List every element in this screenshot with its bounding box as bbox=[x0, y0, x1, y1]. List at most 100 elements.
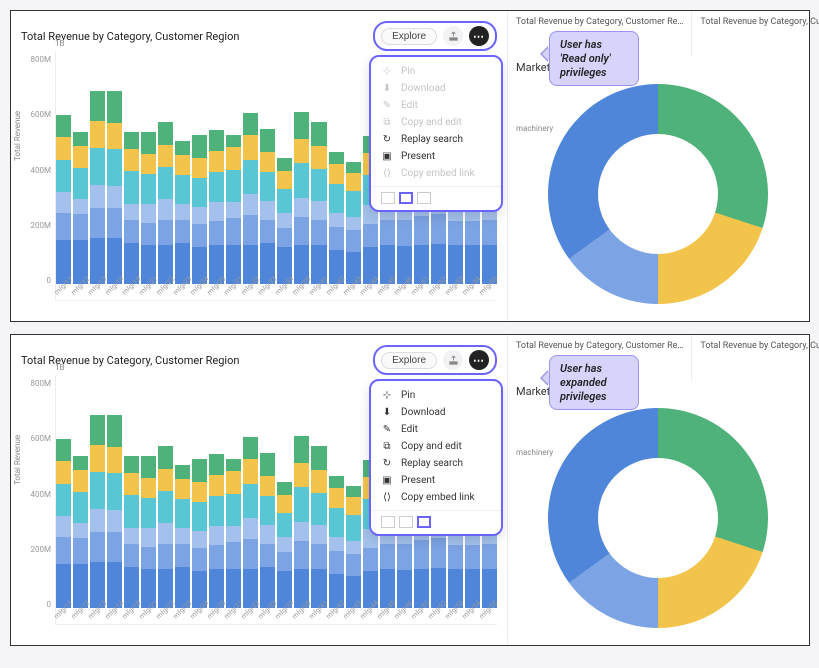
bar: mfgr13 bbox=[90, 91, 105, 284]
bar: mfgr42 bbox=[329, 152, 344, 284]
bar: mfgr35 bbox=[294, 436, 309, 608]
y-axis: 800M600M400M200M0 bbox=[21, 51, 55, 301]
menu-item-label: Replay search bbox=[401, 458, 463, 469]
menu-item-label: Edit bbox=[401, 424, 418, 435]
bar: mfgr34 bbox=[277, 158, 292, 284]
bar: mfgr22 bbox=[158, 446, 173, 608]
chart-title: Total Revenue by Category, Customer Regi… bbox=[21, 354, 239, 367]
menu-item-4[interactable]: ↻ Replay search bbox=[371, 455, 501, 472]
bar: mfgr23 bbox=[175, 465, 190, 608]
menu-item-label: Copy embed link bbox=[401, 168, 475, 179]
bar: mfgr42 bbox=[329, 476, 344, 608]
menu-item-icon: ▣ bbox=[381, 151, 393, 162]
tile-title-2[interactable]: Total Revenue by Category, Customer Re… … bbox=[692, 335, 819, 381]
bar: mfgr11 bbox=[56, 439, 71, 608]
tile-title-2[interactable]: Total Revenue by Category, Customer Re… … bbox=[692, 11, 819, 57]
menu-item-6: ⟨⟩ Copy embed link bbox=[371, 165, 501, 182]
menu-item-1: ⬇ Download bbox=[371, 80, 501, 97]
bar: mfgr24 bbox=[192, 459, 207, 608]
menu-item-2: ✎ Edit bbox=[371, 97, 501, 114]
bar: mfgr11 bbox=[56, 115, 71, 284]
bar: mfgr41 bbox=[311, 446, 326, 608]
menu-item-0[interactable]: ⊹ Pin bbox=[371, 387, 501, 404]
menu-item-4[interactable]: ↻ Replay search bbox=[371, 131, 501, 148]
bar: mfgr12 bbox=[73, 456, 88, 608]
menu-item-5[interactable]: ▣ Present bbox=[371, 148, 501, 165]
menu-item-3[interactable]: ⧉ Copy and edit bbox=[371, 438, 501, 455]
bar: mfgr41 bbox=[311, 122, 326, 284]
y-top-label: 1B bbox=[55, 363, 64, 372]
y-top-label: 1B bbox=[55, 39, 64, 48]
donut-label-left: machinery bbox=[516, 448, 553, 457]
explore-button[interactable]: Explore bbox=[381, 28, 437, 45]
menu-item-5[interactable]: ▣ Present bbox=[371, 472, 501, 489]
more-menu-dropdown: ⊹ Pin ⬇ Download ✎ Edit ⧉ Copy and edit … bbox=[369, 379, 503, 536]
bar: mfgr25 bbox=[209, 130, 224, 284]
bar: mfgr21 bbox=[141, 456, 156, 608]
dashboard-panel: Total Revenue by Category, Customer Regi… bbox=[10, 334, 810, 646]
bar: mfgr32 bbox=[243, 113, 258, 284]
menu-item-0: ⊹ Pin bbox=[371, 63, 501, 80]
bar: mfgr15 bbox=[124, 132, 139, 284]
bar: mfgr33 bbox=[260, 453, 275, 608]
swatch[interactable] bbox=[399, 192, 413, 204]
bar: mfgr35 bbox=[294, 112, 309, 284]
bar: mfgr23 bbox=[175, 141, 190, 284]
bar: mfgr33 bbox=[260, 129, 275, 284]
annotation-callout: User has 'Read only' privileges bbox=[549, 31, 639, 86]
chart-toolbar: Explore ⋯ bbox=[373, 21, 497, 51]
swatch[interactable] bbox=[381, 192, 395, 204]
donut-chart bbox=[548, 408, 768, 628]
menu-item-label: Copy and edit bbox=[401, 117, 462, 128]
more-menu-dropdown: ⊹ Pin ⬇ Download ✎ Edit ⧉ Copy and edit … bbox=[369, 55, 503, 212]
menu-item-label: Pin bbox=[401, 66, 415, 77]
menu-item-label: Replay search bbox=[401, 134, 463, 145]
menu-item-icon: ✎ bbox=[381, 100, 393, 111]
swatch[interactable] bbox=[417, 192, 431, 204]
bar: mfgr31 bbox=[226, 135, 241, 284]
kpi-value: 5 bbox=[700, 351, 819, 376]
donut-label-left: machinery bbox=[516, 124, 553, 133]
more-icon[interactable]: ⋯ bbox=[469, 26, 489, 46]
share-icon[interactable] bbox=[443, 26, 463, 46]
menu-item-label: Edit bbox=[401, 100, 418, 111]
menu-item-label: Download bbox=[401, 83, 446, 94]
bar: mfgr25 bbox=[209, 454, 224, 608]
chart-title: Total Revenue by Category, Customer Regi… bbox=[21, 30, 239, 43]
menu-item-icon: ▣ bbox=[381, 475, 393, 486]
menu-item-2[interactable]: ✎ Edit bbox=[371, 421, 501, 438]
bar: mfgr13 bbox=[90, 415, 105, 608]
annotation-callout: User has expanded privileges bbox=[549, 355, 639, 410]
explore-button[interactable]: Explore bbox=[381, 352, 437, 369]
menu-swatches bbox=[371, 510, 501, 530]
bar-chart-panel: Total Revenue by Category, Customer Regi… bbox=[11, 11, 507, 321]
menu-item-label: Pin bbox=[401, 390, 415, 401]
menu-item-6[interactable]: ⟨⟩ Copy embed link bbox=[371, 489, 501, 506]
swatch[interactable] bbox=[399, 516, 413, 528]
swatch[interactable] bbox=[381, 516, 395, 528]
bar: mfgr32 bbox=[243, 437, 258, 608]
bar: mfgr43 bbox=[346, 162, 361, 284]
swatch[interactable] bbox=[417, 516, 431, 528]
bar: mfgr14 bbox=[107, 91, 122, 284]
bar: mfgr14 bbox=[107, 415, 122, 608]
dashboard-panel: Total Revenue by Category, Customer Regi… bbox=[10, 10, 810, 322]
bar: mfgr34 bbox=[277, 482, 292, 608]
menu-item-icon: ⧉ bbox=[381, 117, 393, 128]
menu-item-icon: ↻ bbox=[381, 134, 393, 145]
chart-toolbar: Explore ⋯ bbox=[373, 345, 497, 375]
kpi-value: 5 bbox=[700, 27, 819, 52]
menu-item-icon: ⟨⟩ bbox=[381, 492, 393, 503]
menu-item-label: Copy and edit bbox=[401, 441, 462, 452]
bar: mfgr21 bbox=[141, 132, 156, 284]
menu-item-1[interactable]: ⬇ Download bbox=[371, 404, 501, 421]
menu-item-icon: ⧉ bbox=[381, 441, 393, 452]
menu-item-icon: ↻ bbox=[381, 458, 393, 469]
bar: mfgr12 bbox=[73, 132, 88, 284]
menu-item-label: Present bbox=[401, 151, 435, 162]
menu-item-label: Present bbox=[401, 475, 435, 486]
donut-chart bbox=[548, 84, 768, 304]
menu-item-label: Copy embed link bbox=[401, 492, 475, 503]
more-icon[interactable]: ⋯ bbox=[469, 350, 489, 370]
share-icon[interactable] bbox=[443, 350, 463, 370]
